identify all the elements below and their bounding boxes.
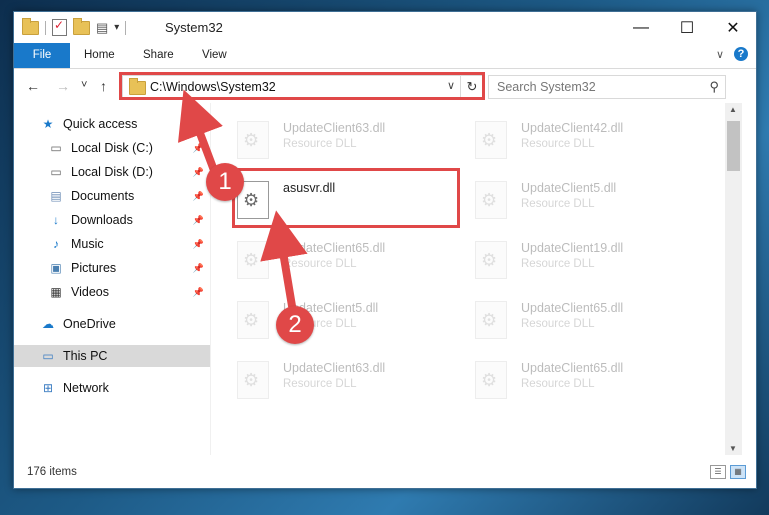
arrow-to-file — [260, 210, 308, 310]
step-badge-1: 1 — [206, 163, 244, 201]
arrow-to-address-bar — [178, 89, 223, 177]
annotation-arrows — [178, 89, 308, 310]
step-badge-2: 2 — [276, 306, 314, 344]
